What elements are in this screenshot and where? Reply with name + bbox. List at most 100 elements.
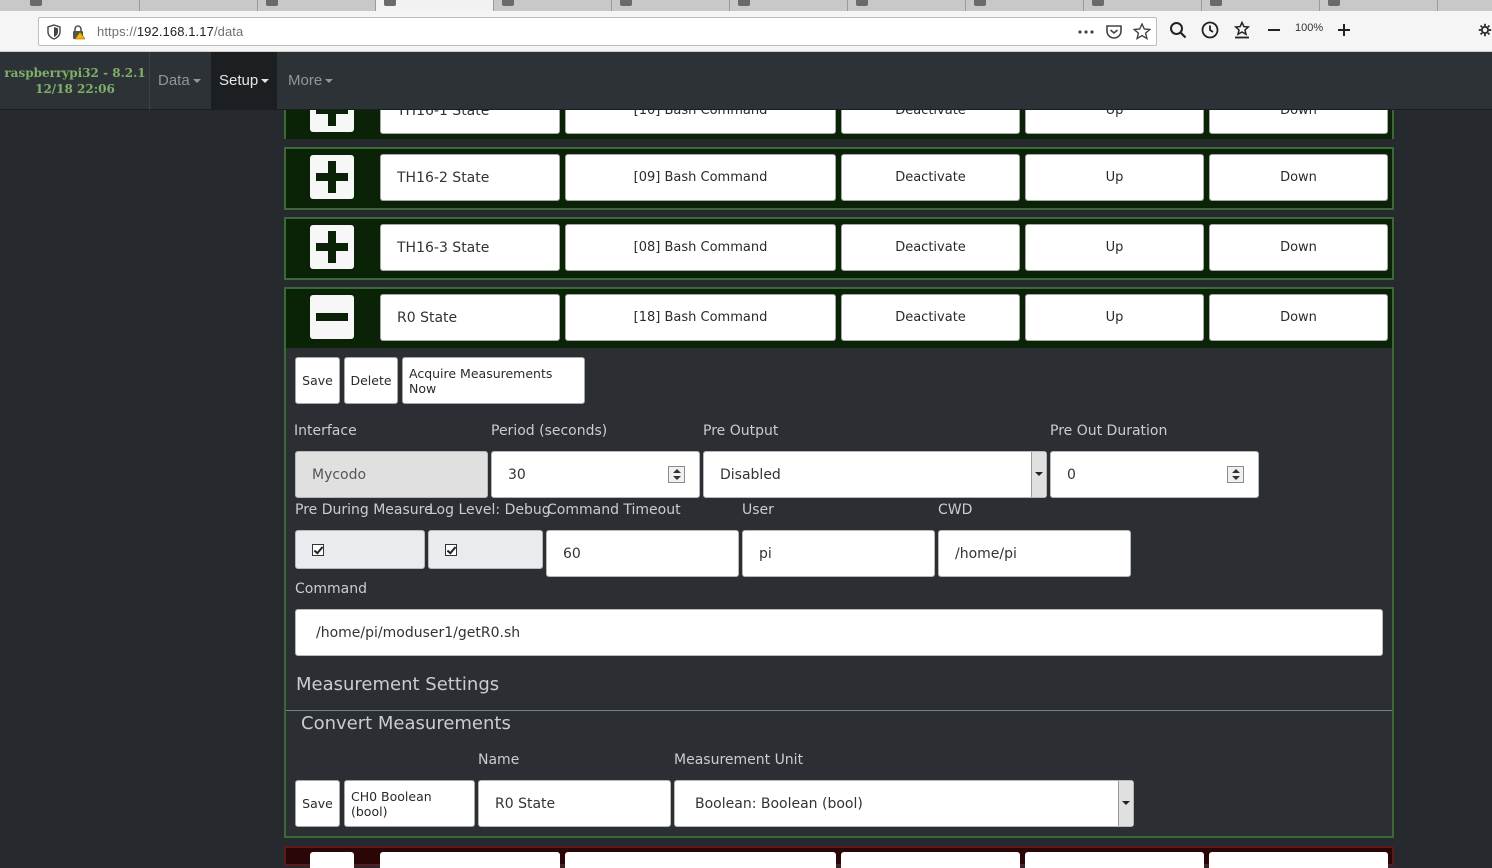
nav-data-menu[interactable]: Data — [150, 52, 209, 110]
measurement-name-input[interactable]: R0 State — [478, 780, 671, 827]
log-level-debug-checkbox[interactable] — [445, 543, 457, 556]
pre-output-select[interactable]: Disabled — [703, 451, 1047, 498]
chevron-down-icon — [192, 79, 201, 84]
delete-button[interactable]: Delete — [344, 357, 398, 404]
input-type-button[interactable]: [08] Bash Command — [565, 224, 836, 271]
tab-favicon-icon — [1328, 0, 1340, 6]
save-measurement-button[interactable]: Save — [295, 780, 340, 827]
browser-tab-active[interactable] — [376, 0, 494, 11]
cwd-label: CWD — [938, 502, 973, 518]
browser-tab[interactable] — [1320, 0, 1438, 11]
tab-favicon-icon — [738, 0, 750, 6]
nav-more-menu[interactable]: More — [280, 52, 341, 110]
move-down-button[interactable]: Down — [1209, 224, 1388, 271]
browser-tab[interactable] — [22, 0, 140, 11]
move-up-button[interactable]: Up — [1025, 154, 1204, 201]
tracking-shield-icon[interactable] — [47, 24, 61, 40]
period-input[interactable]: 30 — [491, 451, 700, 498]
bookmark-star-icon[interactable] — [1133, 23, 1151, 40]
zoom-out-icon[interactable] — [1266, 21, 1282, 39]
activate-button[interactable] — [841, 852, 1020, 868]
pocket-icon[interactable] — [1105, 24, 1123, 40]
history-clock-icon[interactable] — [1201, 21, 1219, 39]
browser-tab[interactable] — [140, 0, 258, 11]
input-type-button[interactable]: [09] Bash Command — [565, 154, 836, 201]
tab-favicon-icon — [1092, 0, 1104, 6]
interface-field: Mycodo — [295, 451, 488, 498]
input-name-button[interactable]: TH16-3 State — [380, 224, 560, 271]
command-input[interactable]: /home/pi/moduser1/getR0.sh — [295, 609, 1383, 656]
convert-measurements-heading: Convert Measurements — [301, 713, 511, 734]
move-down-button[interactable]: Down — [1209, 154, 1388, 201]
browser-tab[interactable] — [1084, 0, 1202, 11]
dropdown-arrow-icon[interactable] — [1031, 452, 1046, 497]
nav-more-label: More — [288, 72, 323, 89]
period-value: 30 — [508, 466, 526, 483]
browser-tab[interactable] — [730, 0, 848, 11]
address-bar[interactable]: https://192.168.1.17/data — [38, 17, 1157, 46]
dropdown-arrow-icon[interactable] — [1118, 781, 1133, 826]
browser-tab[interactable] — [494, 0, 612, 11]
move-down-button[interactable] — [1209, 852, 1388, 868]
expand-plus-icon[interactable] — [310, 852, 354, 868]
spinner-arrows-icon[interactable] — [668, 466, 685, 483]
brand[interactable]: raspberrypi32 - 8.2.1 12/18 22:06 — [0, 65, 150, 97]
nav-setup-label: Setup — [219, 72, 259, 89]
move-up-button[interactable] — [1025, 852, 1204, 868]
zoom-level[interactable]: 100% — [1295, 22, 1323, 34]
channel-button[interactable]: CH0 Boolean (bool) — [344, 780, 475, 827]
pre-output-label: Pre Output — [703, 423, 779, 439]
pre-during-measure-checkbox[interactable] — [312, 543, 324, 556]
bookmarks-manager-icon[interactable] — [1233, 21, 1251, 39]
deactivate-button[interactable]: Deactivate — [841, 154, 1020, 201]
pre-out-duration-input[interactable]: 0 — [1050, 451, 1259, 498]
tab-favicon-icon — [1210, 0, 1222, 6]
page-actions-icon[interactable] — [1077, 30, 1095, 34]
user-input[interactable]: pi — [742, 530, 935, 577]
input-type-button[interactable] — [565, 852, 836, 868]
expand-plus-icon[interactable] — [310, 155, 354, 199]
settings-gear-icon[interactable] — [1478, 21, 1492, 39]
search-icon[interactable] — [1169, 21, 1187, 39]
spinner-arrows-icon[interactable] — [1227, 466, 1244, 483]
tab-favicon-icon — [856, 0, 868, 6]
url-scheme: https:// — [97, 24, 137, 39]
app-navbar: raspberrypi32 - 8.2.1 12/18 22:06 Data S… — [0, 52, 1492, 110]
url-path: /data — [213, 24, 244, 39]
acquire-measurements-button[interactable]: Acquire Measurements Now — [402, 357, 585, 404]
input-panel-header: TH16-3 State [08] Bash Command Deactivat… — [286, 219, 1392, 278]
move-up-button[interactable]: Up — [1025, 224, 1204, 271]
input-panel-inactive — [284, 846, 1394, 868]
browser-tab[interactable] — [966, 0, 1084, 11]
browser-tab[interactable] — [612, 0, 730, 11]
zoom-in-icon[interactable] — [1336, 21, 1352, 39]
interface-label: Interface — [294, 423, 357, 439]
measurement-unit-select[interactable]: Boolean: Boolean (bool) — [674, 780, 1134, 827]
input-type-button[interactable]: [18] Bash Command — [565, 294, 836, 341]
collapse-minus-icon[interactable] — [310, 295, 354, 339]
lock-warning-icon[interactable] — [71, 24, 85, 40]
move-down-button[interactable]: Down — [1209, 294, 1388, 341]
nav-data-label: Data — [158, 72, 190, 89]
browser-tab[interactable] — [848, 0, 966, 11]
tab-favicon-icon — [974, 0, 986, 6]
browser-tab[interactable] — [1202, 0, 1320, 11]
nav-setup-menu[interactable]: Setup — [211, 52, 278, 110]
input-panel-th16-2: TH16-2 State [09] Bash Command Deactivat… — [284, 147, 1394, 210]
input-name-button[interactable]: TH16-2 State — [380, 154, 560, 201]
cwd-input[interactable]: /home/pi — [938, 530, 1131, 577]
command-timeout-input[interactable]: 60 — [546, 530, 739, 577]
input-name-button[interactable] — [380, 852, 560, 868]
log-level-debug-label: Log Level: Debug — [429, 502, 551, 518]
chevron-down-icon — [325, 79, 334, 84]
deactivate-button[interactable]: Deactivate — [841, 294, 1020, 341]
input-name-button[interactable]: R0 State — [380, 294, 560, 341]
move-up-button[interactable]: Up — [1025, 294, 1204, 341]
pre-during-measure-label: Pre During Measure — [295, 502, 433, 518]
url-text[interactable]: https://192.168.1.17/data — [97, 24, 243, 39]
save-button[interactable]: Save — [295, 357, 340, 404]
browser-tab[interactable] — [258, 0, 376, 11]
expand-plus-icon[interactable] — [310, 225, 354, 269]
input-panel-th16-3: TH16-3 State [08] Bash Command Deactivat… — [284, 217, 1394, 280]
deactivate-button[interactable]: Deactivate — [841, 224, 1020, 271]
